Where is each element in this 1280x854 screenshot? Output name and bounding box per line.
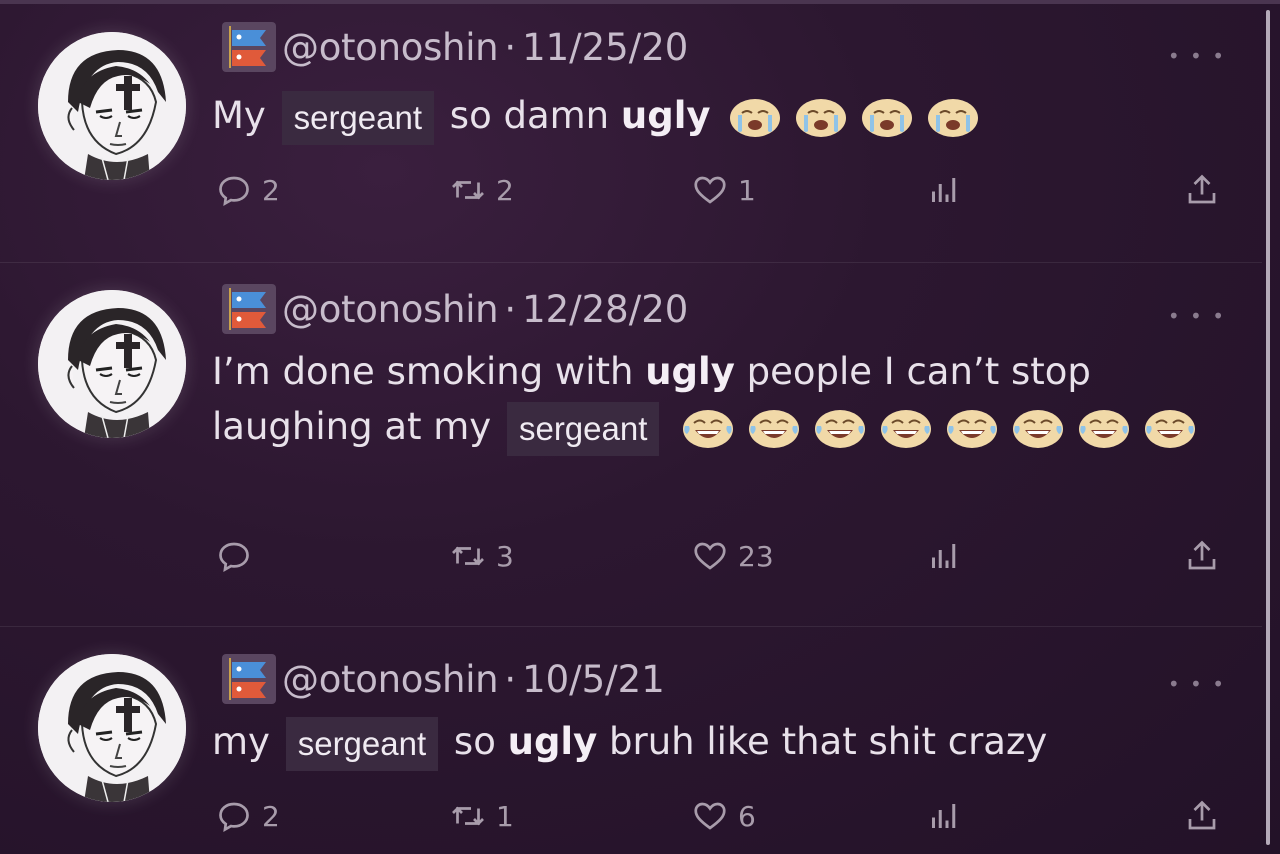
views-button[interactable] bbox=[926, 172, 972, 208]
sergeant-label: sergeant bbox=[285, 716, 439, 771]
reply-icon bbox=[216, 798, 252, 834]
heart-icon bbox=[692, 172, 728, 208]
reply-button[interactable] bbox=[216, 538, 262, 574]
avatar-image bbox=[38, 32, 186, 180]
laughing-emoji-row bbox=[675, 405, 1203, 448]
text-segment: bruh like that shit crazy bbox=[609, 720, 1048, 763]
avatar[interactable] bbox=[38, 32, 186, 180]
like-button[interactable]: 1 bbox=[692, 172, 756, 208]
more-options-icon[interactable]: • • • bbox=[1168, 672, 1226, 696]
koinobori-flag-icon bbox=[222, 284, 276, 334]
like-button[interactable]: 23 bbox=[692, 538, 774, 574]
share-button[interactable] bbox=[1184, 172, 1230, 208]
tweet-text: my sergeant so ugly bruh like that shit … bbox=[212, 714, 1232, 771]
text-segment: my bbox=[212, 720, 270, 763]
laughing-face-icon bbox=[1143, 408, 1197, 450]
username-handle[interactable]: @otonoshin bbox=[282, 288, 499, 331]
avatar-image bbox=[38, 290, 186, 438]
crying-face-icon bbox=[926, 97, 980, 139]
text-bold-ugly: ugly bbox=[645, 350, 735, 393]
views-button[interactable] bbox=[926, 538, 972, 574]
reply-button[interactable]: 2 bbox=[216, 172, 280, 208]
like-button[interactable]: 6 bbox=[692, 798, 756, 834]
text-bold-ugly: ugly bbox=[507, 720, 598, 763]
text-segment: My bbox=[212, 94, 266, 137]
koinobori-flag-icon bbox=[222, 22, 276, 72]
retweet-count: 3 bbox=[496, 539, 514, 573]
share-button[interactable] bbox=[1184, 538, 1230, 574]
tweet-date[interactable]: 12/28/20 bbox=[522, 288, 688, 331]
views-icon bbox=[926, 172, 962, 208]
retweet-button[interactable]: 1 bbox=[450, 798, 514, 834]
retweet-button[interactable]: 3 bbox=[450, 538, 514, 574]
reply-icon bbox=[216, 172, 252, 208]
more-options-icon[interactable]: • • • bbox=[1168, 304, 1226, 328]
retweet-icon bbox=[450, 798, 486, 834]
avatar[interactable] bbox=[38, 654, 186, 802]
tweet-text: I’m done smoking with ugly people I can’… bbox=[212, 344, 1232, 456]
separator-dot: · bbox=[504, 25, 517, 69]
tweet-1[interactable]: @otonoshin · 11/25/20 • • • My sergeant … bbox=[0, 0, 1262, 263]
like-count: 1 bbox=[738, 173, 756, 207]
laughing-face-icon bbox=[813, 408, 867, 450]
reply-button[interactable]: 2 bbox=[216, 798, 280, 834]
scrollbar[interactable] bbox=[1266, 10, 1270, 845]
tweet-2[interactable]: @otonoshin · 12/28/20 • • • I’m done smo… bbox=[0, 262, 1262, 627]
like-count: 23 bbox=[738, 539, 774, 573]
username-handle[interactable]: @otonoshin bbox=[282, 658, 499, 701]
action-bar: 2 1 6 bbox=[216, 798, 1246, 838]
sergeant-label: sergeant bbox=[281, 90, 435, 145]
sergeant-label: sergeant bbox=[506, 401, 660, 456]
crying-face-icon bbox=[860, 97, 914, 139]
retweet-button[interactable]: 2 bbox=[450, 172, 514, 208]
views-button[interactable] bbox=[926, 798, 972, 834]
avatar-image bbox=[38, 654, 186, 802]
action-bar: 3 23 bbox=[216, 538, 1246, 578]
laughing-face-icon bbox=[1077, 408, 1131, 450]
more-options-icon[interactable]: • • • bbox=[1168, 44, 1226, 68]
retweet-count: 2 bbox=[496, 173, 514, 207]
crying-face-icon bbox=[728, 97, 782, 139]
tweet-text: My sergeant so damn ugly bbox=[212, 88, 1232, 145]
tweet-3[interactable]: @otonoshin · 10/5/21 • • • my sergeant s… bbox=[0, 626, 1262, 854]
crying-face-icon bbox=[794, 97, 848, 139]
tweet-date[interactable]: 11/25/20 bbox=[522, 26, 688, 69]
avatar[interactable] bbox=[38, 290, 186, 438]
laughing-face-icon bbox=[945, 408, 999, 450]
crying-emoji-row bbox=[722, 94, 986, 137]
reply-icon bbox=[216, 538, 252, 574]
retweet-icon bbox=[450, 538, 486, 574]
reply-count: 2 bbox=[262, 799, 280, 833]
action-bar: 2 2 1 bbox=[216, 172, 1246, 212]
retweet-count: 1 bbox=[496, 799, 514, 833]
tweet-date[interactable]: 10/5/21 bbox=[522, 658, 665, 701]
views-icon bbox=[926, 538, 962, 574]
koinobori-flag-icon bbox=[222, 654, 276, 704]
laughing-face-icon bbox=[879, 408, 933, 450]
tweet-header: @otonoshin · 10/5/21 bbox=[222, 654, 665, 704]
text-segment: so damn bbox=[449, 94, 610, 137]
laughing-face-icon bbox=[747, 408, 801, 450]
text-segment: I’m done smoking with bbox=[212, 350, 634, 393]
separator-dot: · bbox=[504, 657, 517, 701]
text-bold-ugly: ugly bbox=[620, 94, 711, 137]
tweet-header: @otonoshin · 12/28/20 bbox=[222, 284, 688, 334]
like-count: 6 bbox=[738, 799, 756, 833]
heart-icon bbox=[692, 798, 728, 834]
tweet-header: @otonoshin · 11/25/20 bbox=[222, 22, 688, 72]
heart-icon bbox=[692, 538, 728, 574]
views-icon bbox=[926, 798, 962, 834]
share-icon bbox=[1184, 538, 1220, 574]
text-segment: so bbox=[453, 720, 496, 763]
share-icon bbox=[1184, 172, 1220, 208]
laughing-face-icon bbox=[681, 408, 735, 450]
retweet-icon bbox=[450, 172, 486, 208]
reply-count: 2 bbox=[262, 173, 280, 207]
separator-dot: · bbox=[504, 287, 517, 331]
username-handle[interactable]: @otonoshin bbox=[282, 26, 499, 69]
laughing-face-icon bbox=[1011, 408, 1065, 450]
share-button[interactable] bbox=[1184, 798, 1230, 834]
share-icon bbox=[1184, 798, 1220, 834]
